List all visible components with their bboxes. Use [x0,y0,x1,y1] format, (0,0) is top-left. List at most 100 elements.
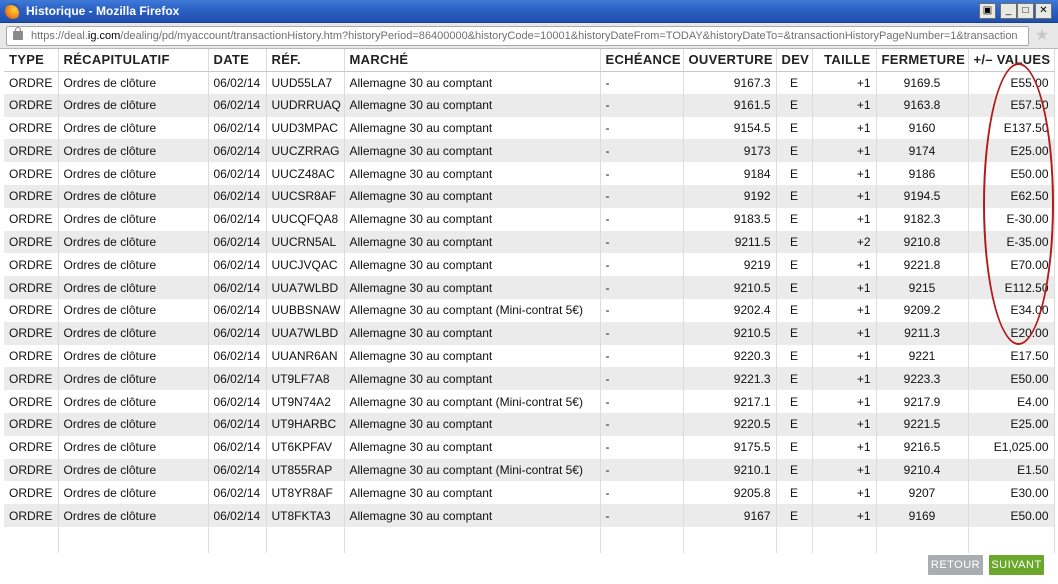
cell-date: 06/02/14 [208,458,267,482]
restore-window-icon[interactable]: ▣ [979,3,996,19]
retour-button[interactable]: RETOUR [928,555,983,575]
table-row[interactable]: ORDRE Ordres de clôture 06/02/14 UUCRN5AL Al… [4,230,1055,254]
header-fermeture[interactable]: FERMETURE [876,49,969,72]
bookmark-star-icon[interactable]: ★ [1033,27,1051,45]
table-row[interactable]: ORDRE Ordres de clôture 06/02/14 UUDRRUAQ Al… [4,93,1055,117]
empty-cell [266,526,345,553]
header-recapitulatif[interactable]: RÉCAPITULATIF [58,49,209,72]
cell-marche: Allemagne 30 au comptant [344,253,601,277]
cell-ouverture: 9192 [683,184,777,208]
empty-cell [776,526,813,553]
cell-echeance: - [600,412,684,436]
table-row[interactable]: ORDRE Ordres de clôture 06/02/14 UUA7WLBD Al… [4,276,1055,299]
cell-type: ORDRE [4,481,59,505]
header-type[interactable]: TYPE [4,49,59,72]
cell-values: E50.00 [968,367,1055,391]
cell-echeance: - [600,162,684,185]
cell-marche: Allemagne 30 au comptant [344,93,601,117]
cell-recapitulatif: Ordres de clôture [58,253,209,277]
history-table: TYPE RÉCAPITULATIF DATE RÉF. MARCHÉ ECHÉ… [4,49,1055,553]
cell-ref: UT9HARBC [266,412,345,436]
cell-fermeture: 9182.3 [876,207,969,231]
cell-ref: UUA7WLBD [266,321,345,345]
cell-recapitulatif: Ordres de clôture [58,184,209,208]
cell-dev: E [776,481,813,505]
cell-echeance: - [600,71,684,94]
cell-taille: +1 [812,162,877,185]
cell-marche: Allemagne 30 au comptant (Mini-contrat 5… [344,298,601,322]
suivant-button[interactable]: SUIVANT [989,555,1044,575]
header-echeance[interactable]: ECHÉANCE [600,49,684,72]
empty-cell [600,526,684,553]
cell-recapitulatif: Ordres de clôture [58,435,209,459]
table-row[interactable]: ORDRE Ordres de clôture 06/02/14 UT8YR8AF Al… [4,481,1055,505]
cell-values: E50.00 [968,504,1055,527]
table-header-row: TYPE RÉCAPITULATIF DATE RÉF. MARCHÉ ECHÉ… [4,49,1055,72]
table-row[interactable]: ORDRE Ordres de clôture 06/02/14 UUANR6AN Al… [4,344,1055,368]
cell-type: ORDRE [4,435,59,459]
maximize-window-button[interactable]: □ [1017,3,1034,19]
table-row[interactable]: ORDRE Ordres de clôture 06/02/14 UUCQFQA8 Al… [4,207,1055,231]
cell-taille: +1 [812,116,877,140]
cell-recapitulatif: Ordres de clôture [58,230,209,254]
header-date[interactable]: DATE [208,49,267,72]
cell-fermeture: 9217.9 [876,390,969,413]
table-row[interactable]: ORDRE Ordres de clôture 06/02/14 UT9HARBC Al… [4,412,1055,436]
cell-ref: UUANR6AN [266,344,345,368]
cell-recapitulatif: Ordres de clôture [58,298,209,322]
cell-ref: UT855RAP [266,458,345,482]
cell-recapitulatif: Ordres de clôture [58,71,209,94]
table-row[interactable]: ORDRE Ordres de clôture 06/02/14 UT6KPFAV Al… [4,435,1055,459]
table-row[interactable]: ORDRE Ordres de clôture 06/02/14 UUCJVQAC Al… [4,253,1055,277]
header-taille[interactable]: TAILLE [812,49,877,72]
table-row[interactable]: ORDRE Ordres de clôture 06/02/14 UT855RAP Al… [4,458,1055,482]
cell-fermeture: 9223.3 [876,367,969,391]
header-values[interactable]: +/– VALUES [968,49,1055,72]
minimize-window-button[interactable]: _ [1000,3,1017,19]
table-row[interactable]: ORDRE Ordres de clôture 06/02/14 UUD3MPAC Al… [4,116,1055,140]
firefox-icon [5,3,21,19]
header-dev[interactable]: DEV [776,49,813,72]
table-row[interactable]: ORDRE Ordres de clôture 06/02/14 UT8FKTA3 Al… [4,504,1055,527]
header-ref[interactable]: RÉF. [266,49,345,72]
cell-fermeture: 9221 [876,344,969,368]
address-bar[interactable]: https://deal.ig.com/dealing/pd/myaccount… [6,26,1029,46]
cell-ref: UUD55LA7 [266,71,345,94]
header-ouverture[interactable]: OUVERTURE [683,49,777,72]
cell-ref: UUCZRRAG [266,139,345,163]
cell-taille: +1 [812,253,877,277]
close-window-button[interactable]: ✕ [1035,3,1052,19]
cell-marche: Allemagne 30 au comptant [344,435,601,459]
table-row[interactable]: ORDRE Ordres de clôture 06/02/14 UUD55LA7 Al… [4,71,1055,94]
cell-echeance: - [600,367,684,391]
empty-row [4,526,1055,553]
cell-type: ORDRE [4,504,59,527]
table-row[interactable]: ORDRE Ordres de clôture 06/02/14 UUBBSNAW Al… [4,298,1055,322]
cell-fermeture: 9169 [876,504,969,527]
cell-ref: UT9LF7A8 [266,367,345,391]
cell-date: 06/02/14 [208,116,267,140]
cell-type: ORDRE [4,162,59,185]
table-row[interactable]: ORDRE Ordres de clôture 06/02/14 UUCZ48AC Al… [4,162,1055,185]
table-row[interactable]: ORDRE Ordres de clôture 06/02/14 UT9N74A2 Al… [4,390,1055,413]
cell-ref: UT8FKTA3 [266,504,345,527]
cell-values: E25.00 [968,139,1055,163]
cell-fermeture: 9221.5 [876,412,969,436]
cell-type: ORDRE [4,139,59,163]
cell-ouverture: 9211.5 [683,230,777,254]
cell-dev: E [776,367,813,391]
table-row[interactable]: ORDRE Ordres de clôture 06/02/14 UT9LF7A8 Al… [4,367,1055,391]
cell-echeance: - [600,139,684,163]
table-row[interactable]: ORDRE Ordres de clôture 06/02/14 UUA7WLBD Al… [4,321,1055,345]
cell-type: ORDRE [4,207,59,231]
header-marche[interactable]: MARCHÉ [344,49,601,72]
cell-ref: UUCSR8AF [266,184,345,208]
cell-echeance: - [600,93,684,117]
url-text[interactable]: https://deal.ig.com/dealing/pd/myaccount… [31,30,1021,42]
url-host-domain: ig.com [87,30,121,42]
table-row[interactable]: ORDRE Ordres de clôture 06/02/14 UUCZRRAG Al… [4,139,1055,163]
table-row[interactable]: ORDRE Ordres de clôture 06/02/14 UUCSR8AF Al… [4,184,1055,208]
cell-fermeture: 9169.5 [876,71,969,94]
cell-taille: +1 [812,321,877,345]
cell-taille: +1 [812,435,877,459]
